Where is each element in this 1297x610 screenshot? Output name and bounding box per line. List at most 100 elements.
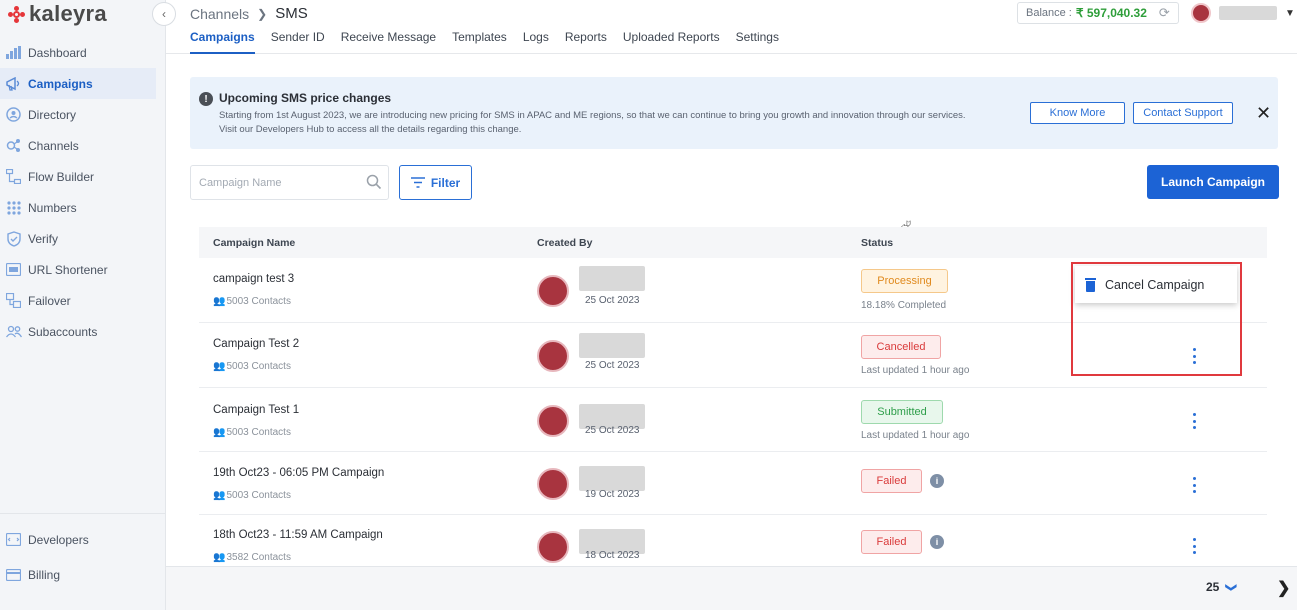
- contact-support-button[interactable]: Contact Support: [1133, 102, 1233, 124]
- column-campaign-name: Campaign Name: [213, 236, 296, 249]
- contacts-label: 5003 Contacts: [226, 361, 291, 372]
- banner-line-2: Visit our Developers Hub to access all t…: [219, 124, 522, 135]
- creator-name-redacted: [579, 466, 645, 491]
- price-change-banner: ! Upcoming SMS price changes Starting fr…: [190, 77, 1278, 149]
- status-detail: Last updated 1 hour ago: [861, 430, 970, 441]
- sidebar-item-channels[interactable]: Channels: [0, 130, 166, 161]
- cancel-campaign-menu-item[interactable]: Cancel Campaign: [1075, 266, 1237, 303]
- cancel-campaign-label: Cancel Campaign: [1105, 277, 1205, 292]
- tab-uploaded-reports[interactable]: Uploaded Reports: [623, 30, 720, 54]
- created-date: 19 Oct 2023: [585, 489, 640, 500]
- people-icon: 👥: [213, 427, 226, 438]
- sidebar-item-dashboard[interactable]: Dashboard: [0, 37, 166, 68]
- failover-icon: [5, 292, 22, 309]
- sidebar-item-label: Channels: [28, 138, 79, 153]
- refresh-icon[interactable]: ⟳: [1159, 5, 1170, 21]
- more-options-icon[interactable]: [1191, 538, 1197, 554]
- page-size-select[interactable]: 25 ❯: [1206, 580, 1237, 594]
- status-badge: Failed: [861, 469, 922, 493]
- banner-title: Upcoming SMS price changes: [219, 91, 392, 105]
- campaign-name[interactable]: 19th Oct23 - 06:05 PM Campaign: [213, 467, 384, 479]
- tab-logs[interactable]: Logs: [523, 30, 549, 54]
- sidebar-item-label: Campaigns: [28, 76, 93, 91]
- sidebar-item-verify[interactable]: Verify: [0, 223, 166, 254]
- contacts-count: 👥 5003 Contacts: [213, 427, 291, 438]
- people-icon: 👥: [213, 552, 226, 563]
- contacts-count: 👥 5003 Contacts: [213, 361, 291, 372]
- filter-label: Filter: [430, 175, 461, 190]
- sidebar-item-failover[interactable]: Failover: [0, 285, 166, 316]
- created-date: 25 Oct 2023: [585, 295, 640, 306]
- tab-reports[interactable]: Reports: [565, 30, 607, 54]
- know-more-button[interactable]: Know More: [1030, 102, 1125, 124]
- balance-amount: ₹ 597,040.32: [1075, 6, 1147, 20]
- sidebar-item-url-shortener[interactable]: URL Shortener: [0, 254, 166, 285]
- filter-button[interactable]: Filter: [399, 165, 472, 200]
- avatar: [537, 340, 569, 372]
- campaign-name[interactable]: campaign test 3: [213, 273, 294, 285]
- sidebar-item-label: URL Shortener: [28, 262, 108, 277]
- sidebar-item-flow-builder[interactable]: Flow Builder: [0, 161, 166, 192]
- tab-settings[interactable]: Settings: [736, 30, 779, 54]
- close-icon[interactable]: ✕: [1256, 102, 1271, 124]
- sidebar-item-numbers[interactable]: Numbers: [0, 192, 166, 223]
- created-date: 18 Oct 2023: [585, 550, 640, 561]
- launch-campaign-button[interactable]: Launch Campaign: [1147, 165, 1279, 199]
- table-row[interactable]: Campaign Test 2 👥 5003 Contacts 25 Oct 20…: [199, 323, 1267, 388]
- tab-receive-message[interactable]: Receive Message: [341, 30, 436, 54]
- status-badge: Failed: [861, 530, 922, 554]
- banner-message: Starting from 1st August 2023, we are in…: [219, 109, 999, 137]
- more-options-icon[interactable]: [1191, 348, 1197, 364]
- link-icon: [5, 261, 22, 278]
- search-icon[interactable]: [366, 174, 382, 190]
- status-detail: Last updated 1 hour ago: [861, 365, 970, 376]
- tab-campaigns[interactable]: Campaigns: [190, 30, 255, 54]
- table-row[interactable]: Campaign Test 1 👥 5003 Contacts 25 Oct 20…: [199, 388, 1267, 452]
- campaign-name[interactable]: 18th Oct23 - 11:59 AM Campaign: [213, 529, 383, 541]
- table-row[interactable]: 19th Oct23 - 06:05 PM Campaign 👥 5003 Con…: [199, 452, 1267, 515]
- pagination-footer: 25 ❯ ❯: [166, 566, 1297, 610]
- more-options-icon[interactable]: [1191, 477, 1197, 493]
- sidebar-item-subaccounts[interactable]: Subaccounts: [0, 316, 166, 347]
- logo-text: kaleyra: [29, 1, 107, 26]
- sidebar-collapse-button[interactable]: ‹: [152, 2, 176, 26]
- sidebar-item-developers[interactable]: Developers: [0, 522, 166, 557]
- status-badge: Submitted: [861, 400, 943, 424]
- bar-chart-icon: [5, 44, 22, 61]
- caret-down-icon: ▼: [1285, 7, 1295, 19]
- sidebar-item-campaigns[interactable]: Campaigns: [0, 68, 156, 99]
- creator-name-redacted: [579, 333, 645, 358]
- search-input[interactable]: [191, 166, 351, 199]
- megaphone-icon: [5, 75, 22, 92]
- sidebar-item-label: Flow Builder: [28, 169, 95, 184]
- info-icon[interactable]: i: [930, 535, 944, 549]
- people-icon: 👥: [213, 361, 226, 372]
- campaign-name[interactable]: Campaign Test 1: [213, 404, 299, 416]
- kaleyra-logo[interactable]: kaleyra: [8, 1, 107, 26]
- sidebar-item-billing[interactable]: Billing: [0, 557, 166, 592]
- next-page-icon[interactable]: ❯: [1277, 578, 1290, 598]
- status-badge: Processing: [861, 269, 948, 293]
- chevron-down-icon: ❯: [1225, 582, 1238, 592]
- users-icon: [5, 323, 22, 340]
- sms-tabs: Campaigns Sender ID Receive Message Temp…: [190, 30, 779, 54]
- sidebar-item-directory[interactable]: Directory: [0, 99, 166, 130]
- contacts-count: 👥 3582 Contacts: [213, 552, 291, 563]
- shield-icon: [5, 230, 22, 247]
- sidebar-item-label: Verify: [28, 231, 59, 246]
- chevron-left-icon: ‹: [162, 7, 166, 21]
- campaign-name[interactable]: Campaign Test 2: [213, 338, 299, 350]
- column-status: Status: [861, 236, 894, 249]
- avatar: [537, 531, 569, 563]
- breadcrumb-channels[interactable]: Channels: [190, 6, 249, 22]
- table-row[interactable]: 18th Oct23 - 11:59 AM Campaign 👥 3582 Con…: [199, 515, 1267, 567]
- sidebar-item-label: Failover: [28, 293, 71, 308]
- contacts-count: 👥 5003 Contacts: [213, 296, 291, 307]
- avatar: [537, 468, 569, 500]
- banner-line-1: Starting from 1st August 2023, we are in…: [219, 110, 966, 121]
- user-menu[interactable]: ▼: [1191, 3, 1295, 23]
- info-icon[interactable]: i: [930, 474, 944, 488]
- tab-templates[interactable]: Templates: [452, 30, 507, 54]
- more-options-icon[interactable]: [1191, 413, 1197, 429]
- tab-sender-id[interactable]: Sender ID: [271, 30, 325, 54]
